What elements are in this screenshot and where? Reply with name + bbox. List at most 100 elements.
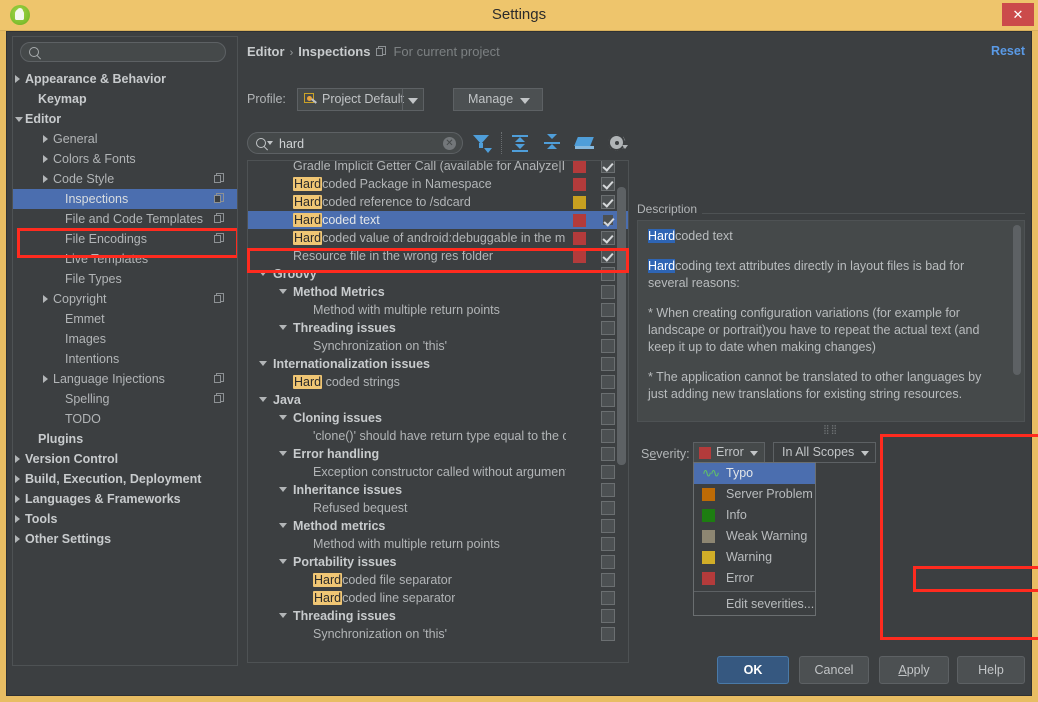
sidebar-search-box[interactable] bbox=[20, 42, 226, 62]
sidebar-item-languages-frameworks[interactable]: Languages & Frameworks bbox=[13, 489, 237, 509]
chevron-right-icon[interactable] bbox=[15, 455, 20, 463]
severity-dropdown-menu[interactable]: ∿∿ Typo Server Problem Info Weak Warning Warn… bbox=[693, 462, 816, 616]
inspection-row[interactable]: Gradle Implicit Getter Call (available f… bbox=[248, 161, 628, 175]
sidebar-item-file-and-code-templates[interactable]: File and Code Templates bbox=[13, 209, 237, 229]
inspection-group-row[interactable]: Threading issues bbox=[248, 607, 628, 625]
inspection-enabled-checkbox[interactable] bbox=[601, 393, 615, 407]
chevron-down-icon[interactable] bbox=[279, 559, 287, 564]
inspection-group-row[interactable]: Inheritance issues bbox=[248, 481, 628, 499]
inspection-enabled-checkbox[interactable] bbox=[601, 555, 615, 569]
inspection-group-row[interactable]: Method metrics bbox=[248, 517, 628, 535]
chevron-down-icon[interactable] bbox=[279, 487, 287, 492]
chevron-down-icon[interactable] bbox=[279, 451, 287, 456]
menu-item-edit-severities[interactable]: Edit severities... bbox=[694, 594, 815, 615]
chevron-down-icon[interactable] bbox=[279, 325, 287, 330]
help-button[interactable]: Help bbox=[957, 656, 1025, 684]
inspection-enabled-checkbox[interactable] bbox=[601, 267, 615, 281]
chevron-right-icon[interactable] bbox=[43, 295, 48, 303]
inspection-group-row[interactable]: Threading issues bbox=[248, 319, 628, 337]
profile-dropdown-arrow[interactable] bbox=[402, 89, 423, 110]
chevron-right-icon[interactable] bbox=[43, 135, 48, 143]
chevron-right-icon[interactable] bbox=[15, 535, 20, 543]
inspection-row[interactable]: Resource file in the wrong res folder bbox=[248, 247, 628, 265]
inspection-row[interactable]: Hardcoded line separator bbox=[248, 589, 628, 607]
inspection-enabled-checkbox[interactable] bbox=[601, 627, 615, 641]
inspection-enabled-checkbox[interactable] bbox=[601, 519, 615, 533]
description-panel[interactable]: Hardcoded text Hardcoding text attribute… bbox=[637, 220, 1025, 422]
inspection-row[interactable]: Synchronization on 'this' bbox=[248, 337, 628, 355]
breadcrumb-editor[interactable]: Editor bbox=[247, 44, 285, 59]
inspections-scrollbar-thumb[interactable] bbox=[617, 187, 626, 465]
inspection-enabled-checkbox[interactable] bbox=[601, 161, 615, 173]
inspection-group-row[interactable]: Internationalization issues bbox=[248, 355, 628, 373]
severity-combobox[interactable]: Error bbox=[693, 442, 765, 463]
gear-icon[interactable] bbox=[608, 134, 628, 152]
inspection-group-row[interactable]: Portability issues bbox=[248, 553, 628, 571]
chevron-right-icon[interactable] bbox=[43, 175, 48, 183]
inspection-row[interactable]: Hard coded strings bbox=[248, 373, 628, 391]
filter-icon[interactable] bbox=[473, 134, 492, 153]
inspections-tree[interactable]: Gradle Implicit Getter Call (available f… bbox=[247, 160, 629, 663]
inspection-group-row[interactable]: Groovy bbox=[248, 265, 628, 283]
menu-item-weak-warning[interactable]: Weak Warning bbox=[694, 526, 815, 547]
search-history-chevron-icon[interactable] bbox=[267, 141, 273, 145]
sidebar-item-appearance-behavior[interactable]: Appearance & Behavior bbox=[13, 69, 237, 89]
sidebar-item-keymap[interactable]: Keymap bbox=[13, 89, 237, 109]
inspection-row[interactable]: Hardcoded value of android:debuggable in… bbox=[248, 229, 628, 247]
ok-button[interactable]: OK bbox=[717, 656, 789, 684]
inspection-enabled-checkbox[interactable] bbox=[601, 231, 615, 245]
sidebar-item-other-settings[interactable]: Other Settings bbox=[13, 529, 237, 549]
inspection-enabled-checkbox[interactable] bbox=[601, 375, 615, 389]
chevron-right-icon[interactable] bbox=[43, 155, 48, 163]
inspection-row[interactable]: 'clone()' should have return type equal … bbox=[248, 427, 628, 445]
reset-link[interactable]: Reset bbox=[991, 44, 1025, 58]
inspection-enabled-checkbox[interactable] bbox=[601, 213, 615, 227]
sidebar-item-images[interactable]: Images bbox=[13, 329, 237, 349]
menu-item-error[interactable]: Error bbox=[694, 568, 815, 589]
sidebar-item-version-control[interactable]: Version Control bbox=[13, 449, 237, 469]
cancel-button[interactable]: Cancel bbox=[799, 656, 869, 684]
sidebar-item-intentions[interactable]: Intentions bbox=[13, 349, 237, 369]
chevron-right-icon[interactable] bbox=[15, 495, 20, 503]
menu-item-warning[interactable]: Warning bbox=[694, 547, 815, 568]
chevron-down-icon[interactable] bbox=[279, 613, 287, 618]
inspection-enabled-checkbox[interactable] bbox=[601, 195, 615, 209]
collapse-all-icon[interactable] bbox=[543, 134, 561, 152]
sidebar-item-spelling[interactable]: Spelling bbox=[13, 389, 237, 409]
inspection-enabled-checkbox[interactable] bbox=[601, 591, 615, 605]
sidebar-search-input[interactable] bbox=[45, 44, 219, 62]
sidebar-item-plugins[interactable]: Plugins bbox=[13, 429, 237, 449]
sidebar-item-code-style[interactable]: Code Style bbox=[13, 169, 237, 189]
chevron-down-icon[interactable] bbox=[259, 397, 267, 402]
chevron-down-icon[interactable] bbox=[279, 289, 287, 294]
chevron-right-icon[interactable] bbox=[15, 515, 20, 523]
sidebar-item-language-injections[interactable]: Language Injections bbox=[13, 369, 237, 389]
inspection-enabled-checkbox[interactable] bbox=[601, 339, 615, 353]
chevron-down-icon[interactable] bbox=[15, 117, 23, 122]
sidebar-item-emmet[interactable]: Emmet bbox=[13, 309, 237, 329]
inspection-row[interactable]: Refused bequest bbox=[248, 499, 628, 517]
inspection-enabled-checkbox[interactable] bbox=[601, 177, 615, 191]
sidebar-item-copyright[interactable]: Copyright bbox=[13, 289, 237, 309]
inspection-search-input[interactable] bbox=[277, 135, 441, 153]
sidebar-item-build-execution-deployment[interactable]: Build, Execution, Deployment bbox=[13, 469, 237, 489]
sidebar-item-inspections[interactable]: Inspections bbox=[13, 189, 237, 209]
inspection-row[interactable]: Method with multiple return points bbox=[248, 535, 628, 553]
inspection-enabled-checkbox[interactable] bbox=[601, 429, 615, 443]
chevron-down-icon[interactable] bbox=[279, 415, 287, 420]
inspection-enabled-checkbox[interactable] bbox=[601, 501, 615, 515]
manage-button[interactable]: Manage bbox=[453, 88, 543, 111]
chevron-right-icon[interactable] bbox=[15, 75, 20, 83]
chevron-down-icon[interactable] bbox=[279, 523, 287, 528]
close-icon[interactable]: ✕ bbox=[1002, 3, 1034, 26]
profile-combobox[interactable]: Project Default bbox=[297, 88, 424, 111]
inspection-enabled-checkbox[interactable] bbox=[601, 447, 615, 461]
inspection-enabled-checkbox[interactable] bbox=[601, 249, 615, 263]
chevron-right-icon[interactable] bbox=[43, 375, 48, 383]
inspection-enabled-checkbox[interactable] bbox=[601, 357, 615, 371]
description-scrollbar-thumb[interactable] bbox=[1013, 225, 1021, 375]
apply-button[interactable]: Apply bbox=[879, 656, 949, 684]
scope-combobox[interactable]: In All Scopes bbox=[773, 442, 876, 463]
clear-icon[interactable]: ✕ bbox=[443, 137, 456, 150]
inspection-enabled-checkbox[interactable] bbox=[601, 465, 615, 479]
